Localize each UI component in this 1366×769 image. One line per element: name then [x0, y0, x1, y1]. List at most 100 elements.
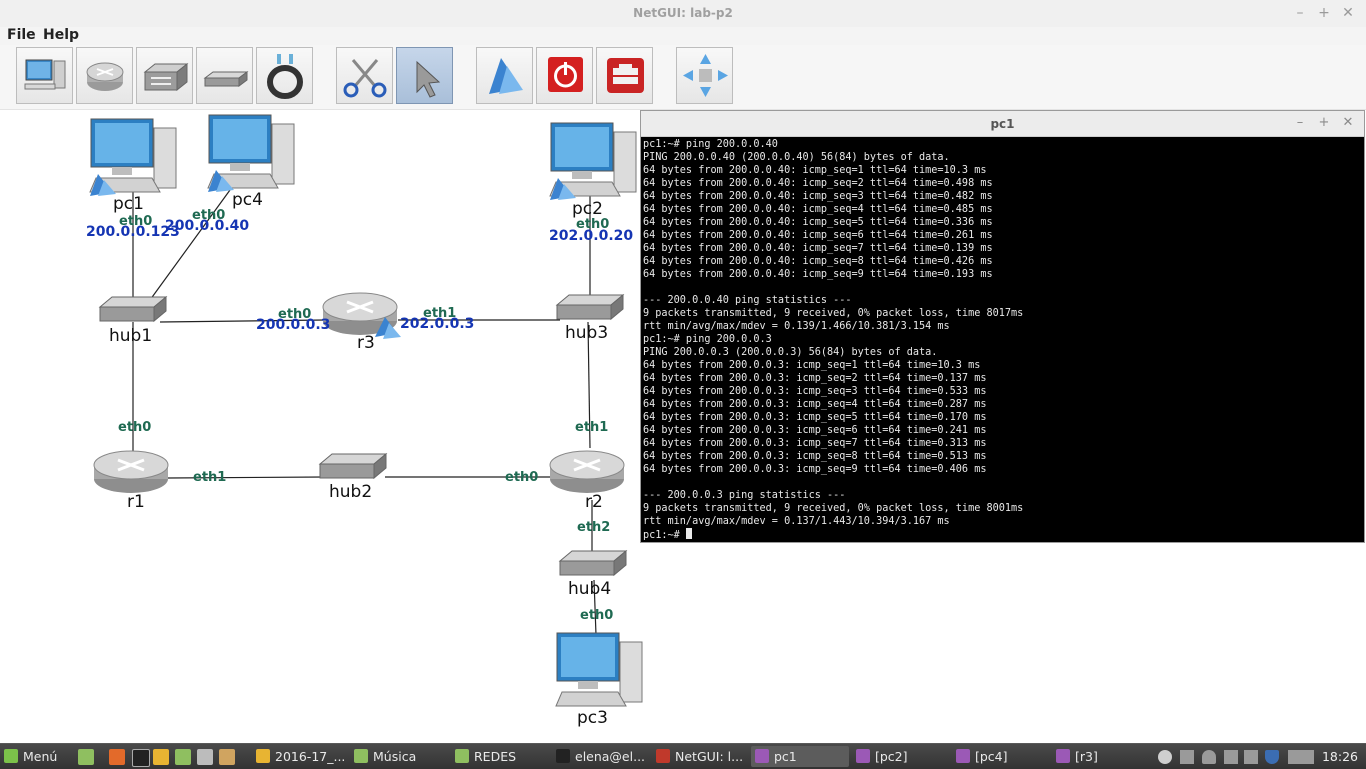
- maximize-button[interactable]: +: [1315, 4, 1333, 22]
- window-app-icon: [656, 749, 670, 763]
- clipboard-icon[interactable]: [1180, 750, 1194, 764]
- terminal-minimize-button[interactable]: –: [1292, 115, 1308, 131]
- r3-eth0-ip-label: 200.0.0.3: [256, 317, 331, 333]
- hub3-node[interactable]: [555, 291, 625, 325]
- taskbar-window-item[interactable]: NetGUI: l...: [652, 746, 750, 767]
- show-desktop-icon[interactable]: [78, 749, 94, 765]
- clock[interactable]: 18:26: [1322, 746, 1358, 767]
- window-app-icon: [354, 749, 368, 763]
- taskbar-window-item[interactable]: REDES: [451, 746, 549, 767]
- select-button[interactable]: [396, 47, 453, 104]
- r3-eth1-ip-label: 202.0.0.3: [400, 316, 475, 332]
- pc3-node[interactable]: [554, 630, 646, 712]
- terminal-line: rtt min/avg/max/mdev = 0.137/1.443/10.39…: [643, 516, 950, 527]
- cut-button[interactable]: [336, 47, 393, 104]
- close-button[interactable]: ✕: [1339, 4, 1357, 22]
- terminal-line: 9 packets transmitted, 9 received, 0% pa…: [643, 308, 1024, 319]
- hub1-node[interactable]: [98, 293, 168, 327]
- toolbar: [0, 45, 1366, 110]
- add-switch-button[interactable]: [136, 47, 193, 104]
- app-icon[interactable]: [219, 749, 235, 765]
- files-icon[interactable]: [175, 749, 191, 765]
- terminal-line: 64 bytes from 200.0.0.40: icmp_seq=9 ttl…: [643, 269, 993, 280]
- start-button[interactable]: [476, 47, 533, 104]
- power-off-button[interactable]: [536, 47, 593, 104]
- pc-icon: [24, 59, 66, 90]
- terminal-cursor: [685, 528, 692, 539]
- toolbox-icon: [607, 58, 644, 93]
- terminal-maximize-button[interactable]: +: [1316, 115, 1332, 131]
- start-menu-label: Menú: [23, 749, 58, 764]
- terminal-line: PING 200.0.0.40 (200.0.0.40) 56(84) byte…: [643, 152, 950, 163]
- taskbar-window-item[interactable]: 2016-17_...: [252, 746, 348, 767]
- start-arrow-icon: [489, 58, 523, 94]
- cable-icon: [267, 54, 303, 99]
- taskbar-window-item[interactable]: elena@el...: [552, 746, 650, 767]
- hub4-label: hub4: [568, 579, 612, 599]
- minimize-button[interactable]: –: [1291, 4, 1309, 22]
- user-icon[interactable]: [1158, 750, 1172, 764]
- menu-file[interactable]: File: [7, 27, 36, 43]
- terminal-line: 64 bytes from 200.0.0.3: icmp_seq=8 ttl=…: [643, 451, 987, 462]
- menu-help[interactable]: Help: [43, 27, 79, 43]
- terminal-line: 64 bytes from 200.0.0.40: icmp_seq=2 ttl…: [643, 178, 993, 189]
- terminal-close-button[interactable]: ✕: [1340, 115, 1356, 131]
- terminal-line: 64 bytes from 200.0.0.40: icmp_seq=8 ttl…: [643, 256, 993, 267]
- move-button[interactable]: [676, 47, 733, 104]
- pc2-ip-label: 202.0.0.20: [549, 228, 634, 244]
- taskbar-window-label: [pc2]: [875, 749, 908, 764]
- terminal-icon[interactable]: [132, 749, 150, 767]
- firefox-icon[interactable]: [109, 749, 125, 765]
- repair-button[interactable]: [596, 47, 653, 104]
- taskbar-window-item[interactable]: Música: [350, 746, 448, 767]
- pc4-ip-label: 200.0.0.40: [165, 218, 250, 234]
- menu-bar: File Help: [0, 27, 1366, 45]
- terminal-prompt-line[interactable]: pc1:~#: [643, 528, 1361, 540]
- terminal-line: 9 packets transmitted, 9 received, 0% pa…: [643, 503, 1024, 514]
- terminal-output[interactable]: pc1:~# ping 200.0.0.40 PING 200.0.0.40 (2…: [643, 138, 1361, 540]
- link-pc4-hub1: [149, 189, 231, 301]
- shield-icon[interactable]: [1265, 750, 1279, 764]
- calculator-icon[interactable]: [197, 749, 213, 765]
- terminal-window-pc1[interactable]: pc1 – + ✕ pc1:~# ping 200.0.0.40 PING 200…: [640, 110, 1365, 543]
- hub4-node[interactable]: [558, 547, 628, 581]
- hub2-node[interactable]: [318, 450, 388, 484]
- taskbar-window-item[interactable]: [pc2]: [852, 746, 950, 767]
- window-app-icon: [956, 749, 970, 763]
- pc4-label: pc4: [232, 190, 263, 210]
- network-icon[interactable]: [1300, 750, 1314, 764]
- start-menu-button[interactable]: Menú: [4, 746, 57, 767]
- taskbar-window-label: NetGUI: l...: [675, 749, 744, 764]
- taskbar-window-label: pc1: [774, 749, 797, 764]
- chrome-icon[interactable]: [153, 749, 169, 765]
- r1-node[interactable]: [92, 443, 172, 495]
- taskbar-window-label: [pc4]: [975, 749, 1008, 764]
- r3-node[interactable]: [321, 285, 406, 340]
- taskbar-window-item[interactable]: [pc4]: [952, 746, 1050, 767]
- r2-label: r2: [585, 492, 603, 512]
- taskbar-window-label: REDES: [474, 749, 517, 764]
- add-cable-button[interactable]: [256, 47, 313, 104]
- battery-icon[interactable]: [1244, 750, 1258, 764]
- pc4-node[interactable]: [206, 112, 298, 194]
- add-pc-button[interactable]: [16, 47, 73, 104]
- terminal-line: pc1:~# ping 200.0.0.40: [643, 139, 778, 150]
- terminal-title: pc1: [990, 117, 1015, 131]
- wifi-icon[interactable]: [1202, 750, 1216, 764]
- r3-label: r3: [357, 333, 375, 353]
- add-router-button[interactable]: [76, 47, 133, 104]
- taskbar-window-item[interactable]: [r3]: [1052, 746, 1150, 767]
- r2-eth2-label: eth2: [577, 520, 611, 535]
- pc1-node[interactable]: [88, 116, 180, 198]
- terminal-prompt: pc1:~#: [643, 530, 686, 540]
- r2-node[interactable]: [548, 443, 628, 495]
- pc2-node[interactable]: [548, 120, 640, 202]
- window-app-icon: [455, 749, 469, 763]
- add-hub-button[interactable]: [196, 47, 253, 104]
- window-title: NetGUI: lab-p2: [633, 6, 733, 20]
- scissors-icon: [343, 59, 387, 98]
- pc3-eth0-label: eth0: [580, 608, 614, 623]
- taskbar-window-item[interactable]: pc1: [751, 746, 849, 767]
- volume-icon[interactable]: [1224, 750, 1238, 764]
